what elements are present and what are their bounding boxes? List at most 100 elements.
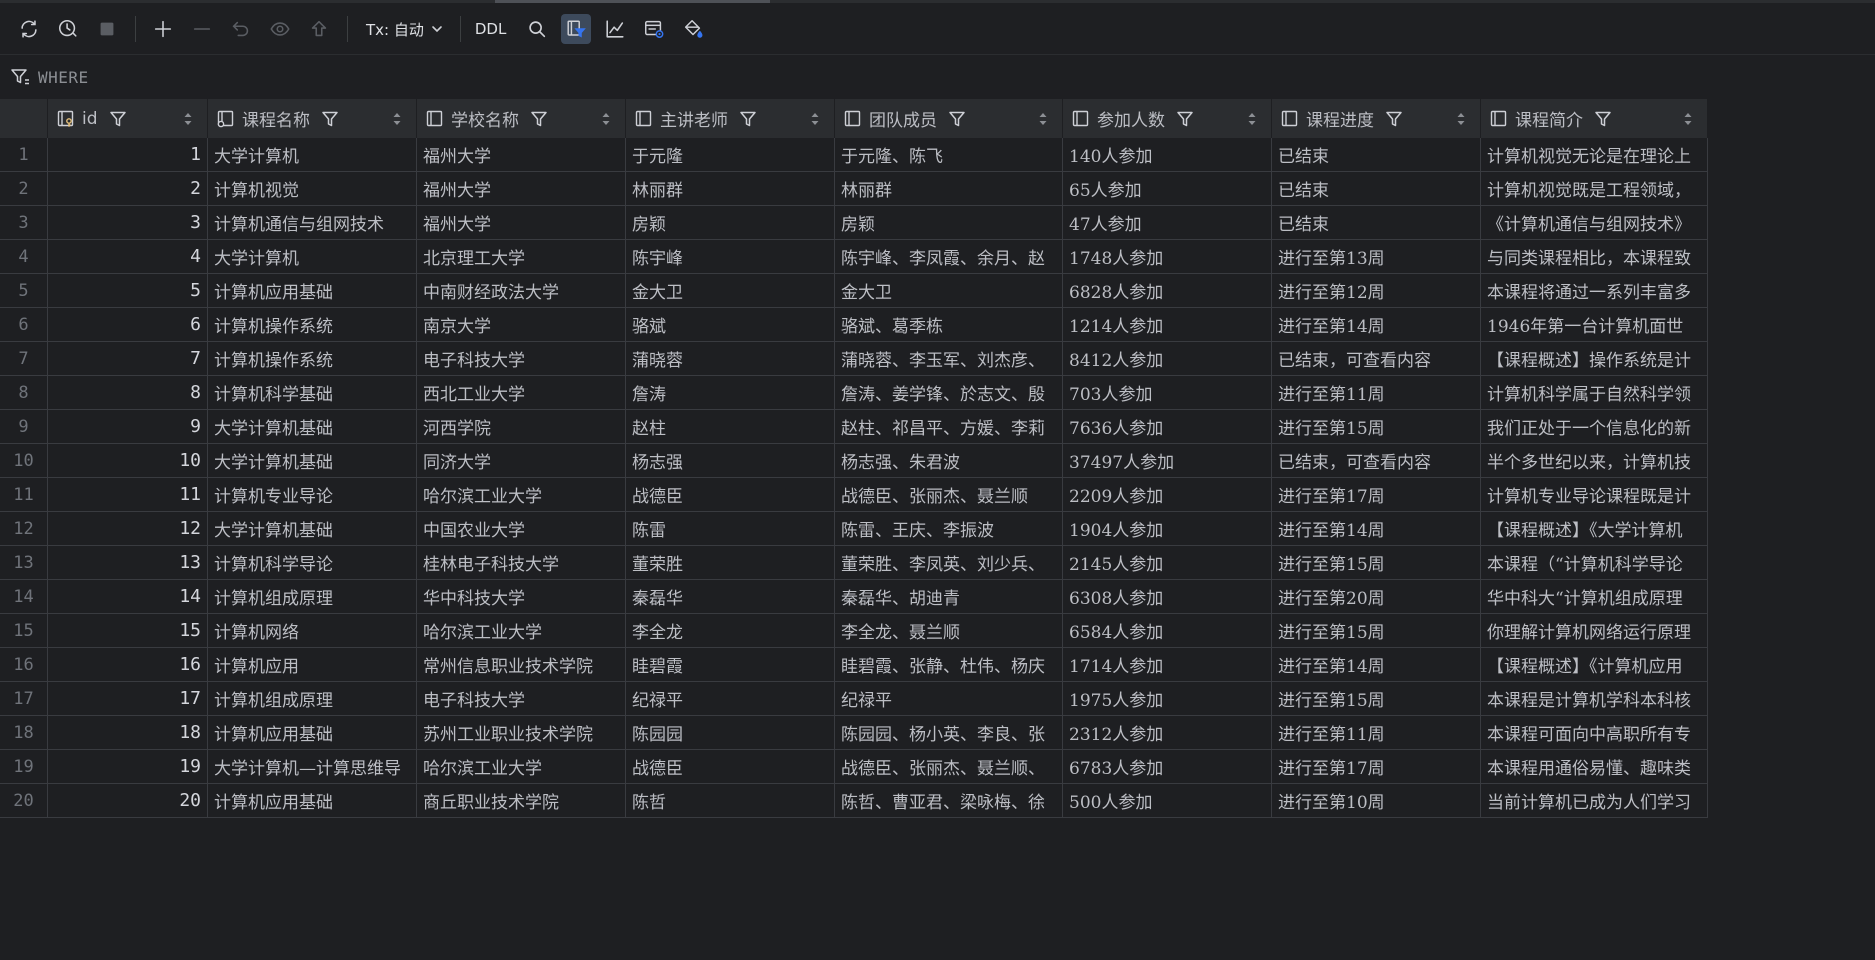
cell-id[interactable]: 10 — [48, 444, 208, 477]
cell-course-name[interactable]: 计算机应用基础 — [208, 784, 417, 817]
cell-progress[interactable]: 进行至第17周 — [1272, 750, 1481, 783]
cell-progress[interactable]: 进行至第13周 — [1272, 240, 1481, 273]
cell-participants[interactable]: 500人参加 — [1063, 784, 1272, 817]
where-filter-bar[interactable]: WHERE — [0, 54, 1875, 99]
sort-arrows-icon[interactable] — [1456, 110, 1466, 128]
table-row[interactable]: 16 16 计算机应用 常州信息职业技术学院 眭碧霞 眭碧霞、张静、杜伟、杨庆 1714人参… — [0, 648, 1708, 682]
cell-lead-teacher[interactable]: 陈哲 — [626, 784, 835, 817]
cell-participants[interactable]: 1714人参加 — [1063, 648, 1272, 681]
cell-course-name[interactable]: 大学计算机基础 — [208, 512, 417, 545]
table-row[interactable]: 18 18 计算机应用基础 苏州工业职业技术学院 陈园园 陈园园、杨小英、李良、张 2312… — [0, 716, 1708, 750]
cell-team-members[interactable]: 詹涛、姜学锋、於志文、殷 — [835, 376, 1063, 409]
column-header-school-name[interactable]: 学校名称 — [417, 99, 626, 138]
table-row[interactable]: 4 4 大学计算机 北京理工大学 陈宇峰 陈宇峰、李凤霞、余月、赵 1748人参加 进行至第1… — [0, 240, 1708, 274]
column-header-lead-teacher[interactable]: 主讲老师 — [626, 99, 835, 138]
cell-team-members[interactable]: 陈雷、王庆、李振波 — [835, 512, 1063, 545]
cell-progress[interactable]: 进行至第11周 — [1272, 716, 1481, 749]
cell-progress[interactable]: 进行至第14周 — [1272, 512, 1481, 545]
cell-description[interactable]: 《计算机通信与组网技术》 — [1481, 206, 1708, 239]
column-filter-icon[interactable] — [529, 109, 549, 129]
cell-description[interactable]: 本课程可面向中高职所有专 — [1481, 716, 1708, 749]
table-row[interactable]: 7 7 计算机操作系统 电子科技大学 蒲晓蓉 蒲晓蓉、李玉军、刘杰彦、 8412人参加 已结束… — [0, 342, 1708, 376]
cell-course-name[interactable]: 计算机组成原理 — [208, 682, 417, 715]
cell-team-members[interactable]: 杨志强、朱君波 — [835, 444, 1063, 477]
filter-view-icon[interactable] — [561, 14, 592, 44]
cell-lead-teacher[interactable]: 董荣胜 — [626, 546, 835, 579]
cell-school-name[interactable]: 福州大学 — [417, 138, 626, 171]
cell-description[interactable]: 我们正处于一个信息化的新 — [1481, 410, 1708, 443]
cell-progress[interactable]: 进行至第14周 — [1272, 648, 1481, 681]
cell-progress[interactable]: 已结束 — [1272, 138, 1481, 171]
cell-participants[interactable]: 703人参加 — [1063, 376, 1272, 409]
table-row[interactable]: 9 9 大学计算机基础 河西学院 赵柱 赵柱、祁昌平、方媛、李莉 7636人参加 进行至第15… — [0, 410, 1708, 444]
cell-progress[interactable]: 进行至第12周 — [1272, 274, 1481, 307]
cell-team-members[interactable]: 陈园园、杨小英、李良、张 — [835, 716, 1063, 749]
cell-id[interactable]: 13 — [48, 546, 208, 579]
table-row[interactable]: 17 17 计算机组成原理 电子科技大学 纪禄平 纪禄平 1975人参加 进行至第15周 本课程… — [0, 682, 1708, 716]
cell-participants[interactable]: 1904人参加 — [1063, 512, 1272, 545]
column-header-team-members[interactable]: 团队成员 — [835, 99, 1063, 138]
cell-school-name[interactable]: 哈尔滨工业大学 — [417, 750, 626, 783]
cell-description[interactable]: 华中科大“计算机组成原理 — [1481, 580, 1708, 613]
cell-progress[interactable]: 进行至第14周 — [1272, 308, 1481, 341]
cell-progress[interactable]: 进行至第17周 — [1272, 478, 1481, 511]
cell-progress[interactable]: 已结束，可查看内容 — [1272, 342, 1481, 375]
table-row[interactable]: 20 20 计算机应用基础 商丘职业技术学院 陈哲 陈哲、曹亚君、梁咏梅、徐 500人参加进… — [0, 784, 1708, 818]
cell-school-name[interactable]: 哈尔滨工业大学 — [417, 614, 626, 647]
cell-id[interactable]: 18 — [48, 716, 208, 749]
view-preview-icon[interactable] — [265, 14, 295, 44]
cell-description[interactable]: 【课程概述】《计算机应用 — [1481, 648, 1708, 681]
cell-participants[interactable]: 1214人参加 — [1063, 308, 1272, 341]
cell-participants[interactable]: 47人参加 — [1063, 206, 1272, 239]
cell-progress[interactable]: 进行至第20周 — [1272, 580, 1481, 613]
cell-lead-teacher[interactable]: 房颖 — [626, 206, 835, 239]
cell-description[interactable]: 本课程将通过一系列丰富多 — [1481, 274, 1708, 307]
table-row[interactable]: 13 13 计算机科学导论 桂林电子科技大学 董荣胜 董荣胜、李凤英、刘少兵、 2145人参… — [0, 546, 1708, 580]
cell-id[interactable]: 9 — [48, 410, 208, 443]
sort-arrows-icon[interactable] — [1038, 110, 1048, 128]
cell-lead-teacher[interactable]: 战德臣 — [626, 478, 835, 511]
cell-course-name[interactable]: 计算机网络 — [208, 614, 417, 647]
cell-course-name[interactable]: 计算机应用基础 — [208, 274, 417, 307]
column-header-id[interactable]: id — [48, 99, 208, 138]
cell-description[interactable]: 【课程概述】《大学计算机 — [1481, 512, 1708, 545]
column-header-participants[interactable]: 参加人数 — [1063, 99, 1272, 138]
add-row-icon[interactable] — [148, 14, 178, 44]
cell-participants[interactable]: 7636人参加 — [1063, 410, 1272, 443]
cell-id[interactable]: 14 — [48, 580, 208, 613]
cell-description[interactable]: 计算机专业导论课程既是计 — [1481, 478, 1708, 511]
cell-course-name[interactable]: 计算机视觉 — [208, 172, 417, 205]
cell-description[interactable]: 【课程概述】操作系统是计 — [1481, 342, 1708, 375]
delete-row-icon[interactable] — [187, 14, 217, 44]
cell-id[interactable]: 2 — [48, 172, 208, 205]
table-row[interactable]: 6 6 计算机操作系统 南京大学 骆斌 骆斌、葛季栋 1214人参加 进行至第14周 1946年… — [0, 308, 1708, 342]
cell-school-name[interactable]: 福州大学 — [417, 206, 626, 239]
column-header-progress[interactable]: 课程进度 — [1272, 99, 1481, 138]
cell-course-name[interactable]: 计算机科学导论 — [208, 546, 417, 579]
cell-course-name[interactable]: 大学计算机—计算思维导 — [208, 750, 417, 783]
cell-team-members[interactable]: 金大卫 — [835, 274, 1063, 307]
cell-course-name[interactable]: 计算机专业导论 — [208, 478, 417, 511]
sort-arrows-icon[interactable] — [601, 110, 611, 128]
cell-school-name[interactable]: 电子科技大学 — [417, 342, 626, 375]
table-row[interactable]: 10 10 大学计算机基础 同济大学 杨志强 杨志强、朱君波 37497人参加 已结束，可查看… — [0, 444, 1708, 478]
cell-lead-teacher[interactable]: 骆斌 — [626, 308, 835, 341]
column-header-description[interactable]: 课程简介 — [1481, 99, 1708, 138]
cell-school-name[interactable]: 北京理工大学 — [417, 240, 626, 273]
sort-arrows-icon[interactable] — [183, 110, 193, 128]
cell-id[interactable]: 19 — [48, 750, 208, 783]
cell-id[interactable]: 17 — [48, 682, 208, 715]
cell-description[interactable]: 本课程是计算机学科本科核 — [1481, 682, 1708, 715]
cell-team-members[interactable]: 董荣胜、李凤英、刘少兵、 — [835, 546, 1063, 579]
sort-arrows-icon[interactable] — [1247, 110, 1257, 128]
cell-team-members[interactable]: 赵柱、祁昌平、方媛、李莉 — [835, 410, 1063, 443]
cell-progress[interactable]: 进行至第11周 — [1272, 376, 1481, 409]
column-filter-icon[interactable] — [1384, 109, 1404, 129]
table-row[interactable]: 2 2 计算机视觉 福州大学 林丽群 林丽群 65人参加 已结束 计算机视觉既是工程领域， — [0, 172, 1708, 206]
cell-lead-teacher[interactable]: 林丽群 — [626, 172, 835, 205]
cell-id[interactable]: 16 — [48, 648, 208, 681]
column-filter-icon[interactable] — [947, 109, 967, 129]
cell-team-members[interactable]: 房颖 — [835, 206, 1063, 239]
cell-school-name[interactable]: 桂林电子科技大学 — [417, 546, 626, 579]
cell-course-name[interactable]: 大学计算机基础 — [208, 444, 417, 477]
